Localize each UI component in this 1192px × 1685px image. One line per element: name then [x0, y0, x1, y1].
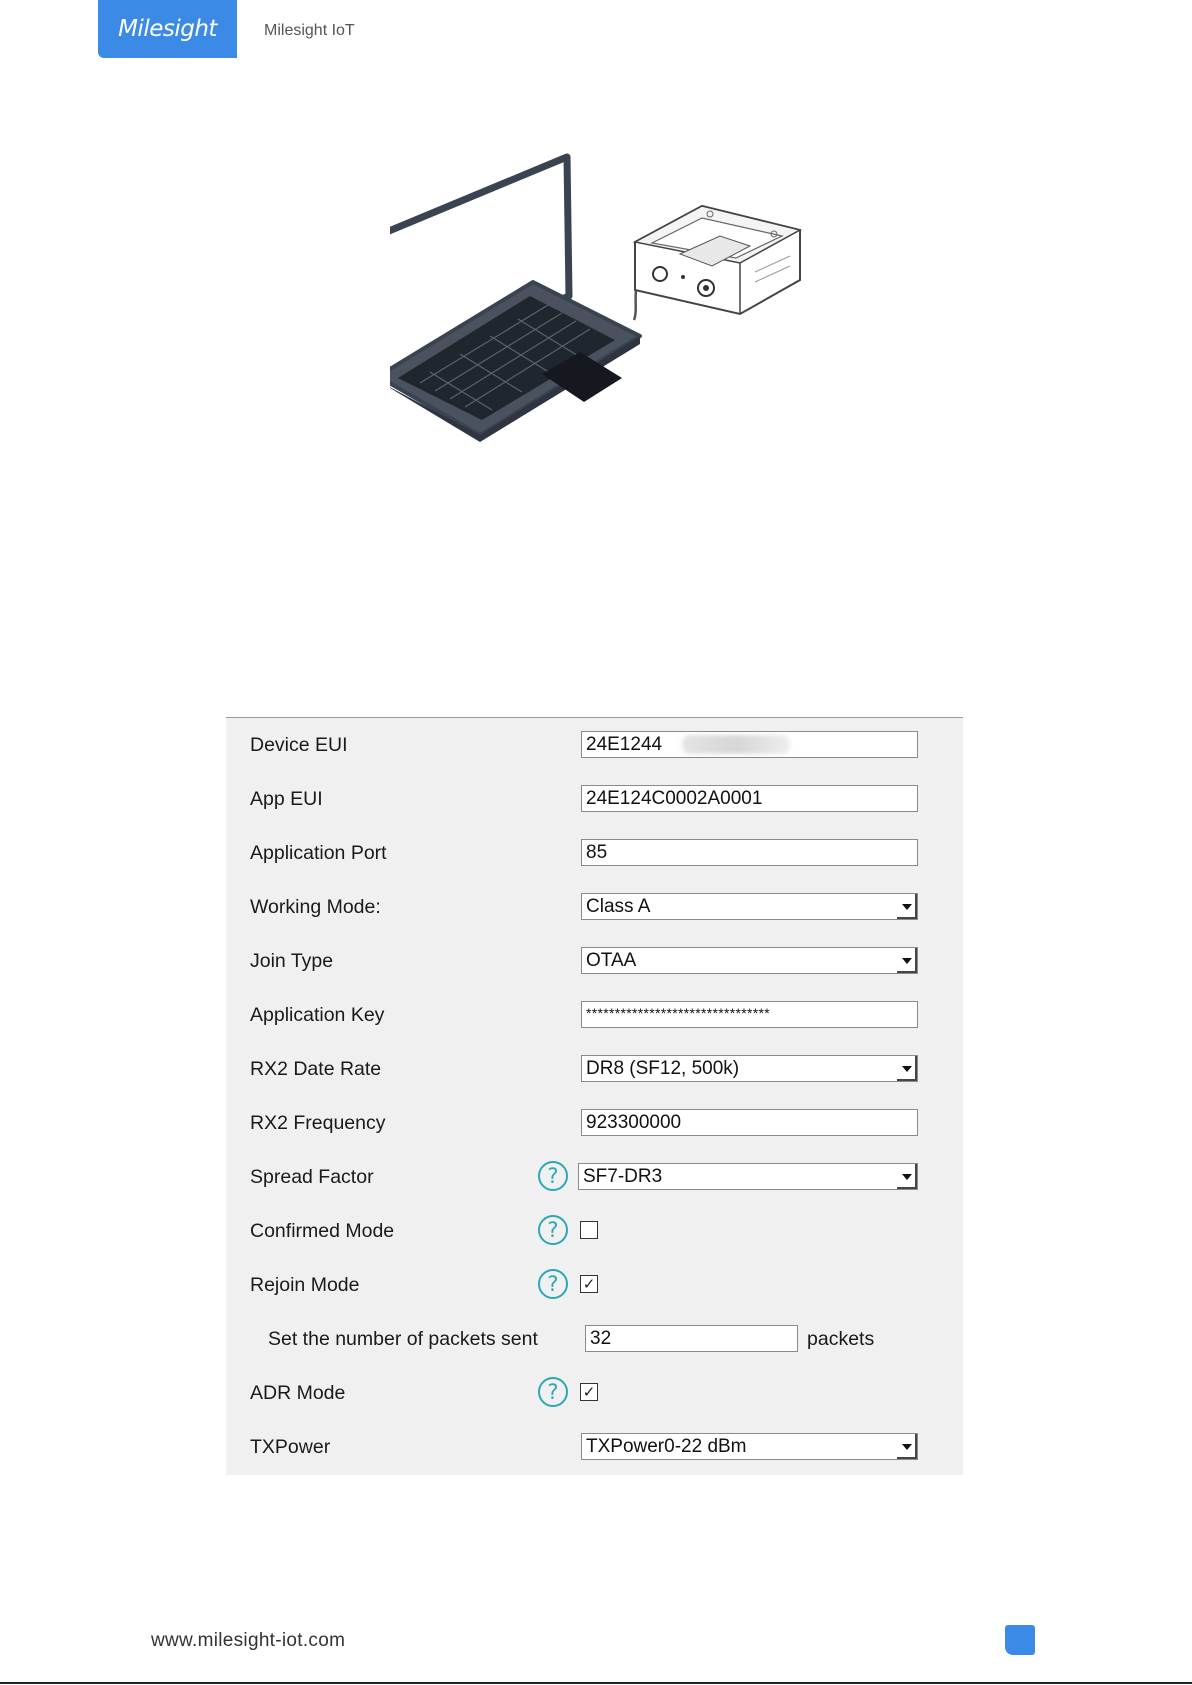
- spread-factor-select[interactable]: SF7-DR3: [578, 1163, 918, 1190]
- setting-row-working-mode: Working Mode: Class A: [226, 889, 963, 925]
- application-key-field[interactable]: ********************************: [581, 1001, 918, 1028]
- question-circle-icon[interactable]: ?: [538, 1377, 568, 1407]
- chevron-down-icon[interactable]: [896, 1056, 917, 1081]
- lorawan-settings-panel: Device EUI 24E1244 App EUI 24E124C0002A0…: [226, 717, 963, 1475]
- join-type-select[interactable]: OTAA: [581, 947, 918, 974]
- application-key-label: Application Key: [250, 1004, 385, 1026]
- join-type-label: Join Type: [250, 950, 334, 972]
- setting-row-txpower: TXPower TXPower0-22 dBm: [226, 1429, 963, 1465]
- laptop-connected-device-illustration: [390, 153, 803, 442]
- packets-unit-label: packets: [807, 1328, 875, 1350]
- logo-text: Milesight: [118, 16, 217, 42]
- device-eui-field[interactable]: 24E1244: [581, 731, 918, 758]
- app-eui-field[interactable]: 24E124C0002A0001: [581, 785, 918, 812]
- setting-row-application-port: Application Port 85: [226, 835, 963, 871]
- setting-row-app-eui: App EUI 24E124C0002A0001: [226, 781, 963, 817]
- header-brand: Milesight IoT: [264, 22, 355, 39]
- app-eui-label: App EUI: [250, 788, 323, 810]
- working-mode-label: Working Mode:: [250, 896, 381, 918]
- device-eui-label: Device EUI: [250, 734, 348, 756]
- milesight-logo: Milesight: [98, 0, 237, 58]
- rx2-frequency-label: RX2 Frequency: [250, 1112, 386, 1134]
- chevron-down-icon[interactable]: [896, 1434, 917, 1459]
- chevron-down-icon[interactable]: [896, 948, 917, 973]
- adr-mode-label: ADR Mode: [250, 1382, 346, 1404]
- txpower-label: TXPower: [250, 1436, 331, 1458]
- chevron-down-icon[interactable]: [896, 894, 917, 919]
- setting-row-packets-sent: Set the number of packets sent 32 packet…: [226, 1321, 963, 1357]
- setting-row-confirmed-mode: Confirmed Mode ?: [226, 1213, 963, 1249]
- rx2-data-rate-label: RX2 Date Rate: [250, 1058, 382, 1080]
- packets-sent-label: Set the number of packets sent: [268, 1328, 538, 1350]
- packets-sent-field[interactable]: 32: [585, 1325, 798, 1352]
- confirmed-mode-label: Confirmed Mode: [250, 1220, 395, 1242]
- setting-row-adr-mode: ADR Mode ? ✓: [226, 1375, 963, 1411]
- setting-row-rx2-frequency: RX2 Frequency 923300000: [226, 1105, 963, 1141]
- setting-row-rejoin-mode: Rejoin Mode ? ✓: [226, 1267, 963, 1303]
- setting-row-rx2-data-rate: RX2 Date Rate DR8 (SF12, 500k): [226, 1051, 963, 1087]
- redacted-region: [682, 735, 790, 754]
- setting-row-application-key: Application Key ************************…: [226, 997, 963, 1033]
- question-circle-icon[interactable]: ?: [538, 1269, 568, 1299]
- adr-mode-checkbox[interactable]: ✓: [580, 1383, 598, 1401]
- working-mode-select[interactable]: Class A: [581, 893, 918, 920]
- rx2-data-rate-select[interactable]: DR8 (SF12, 500k): [581, 1055, 918, 1082]
- application-port-field[interactable]: 85: [581, 839, 918, 866]
- spread-factor-label: Spread Factor: [250, 1166, 374, 1188]
- rejoin-mode-label: Rejoin Mode: [250, 1274, 360, 1296]
- footer-url: www.milesight-iot.com: [151, 1630, 346, 1651]
- setting-row-join-type: Join Type OTAA: [226, 943, 963, 979]
- question-circle-icon[interactable]: ?: [538, 1215, 568, 1245]
- bottom-rule: [0, 1682, 1192, 1684]
- txpower-select[interactable]: TXPower0-22 dBm: [581, 1433, 918, 1460]
- rejoin-mode-checkbox[interactable]: ✓: [580, 1275, 598, 1293]
- rx2-frequency-field[interactable]: 923300000: [581, 1109, 918, 1136]
- confirmed-mode-checkbox[interactable]: [580, 1221, 598, 1239]
- footer-page-badge: [1005, 1625, 1035, 1655]
- setting-row-device-eui: Device EUI 24E1244: [226, 727, 963, 763]
- setting-row-spread-factor: Spread Factor ? SF7-DR3: [226, 1159, 963, 1195]
- chevron-down-icon[interactable]: [896, 1164, 917, 1189]
- question-circle-icon[interactable]: ?: [538, 1161, 568, 1191]
- application-port-label: Application Port: [250, 842, 387, 864]
